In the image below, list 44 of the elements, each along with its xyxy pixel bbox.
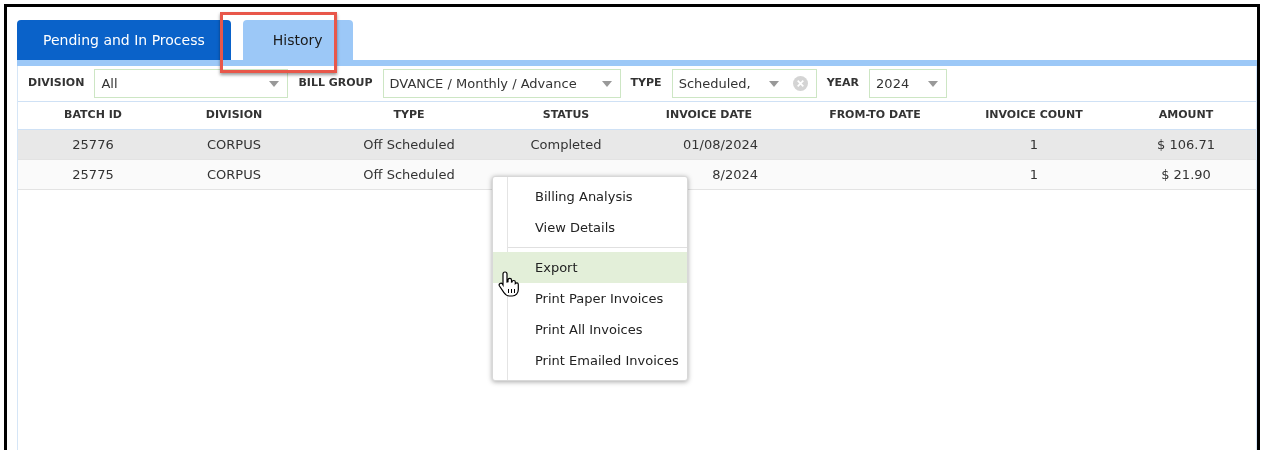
column-header: INVOICE COUNT [984,107,1084,124]
dropdown-field[interactable]: Scheduled, [671,69,817,98]
table-row[interactable]: 25775 CORPUS Off Scheduled 8/2024 1 $ 21.90 [18,160,1256,190]
caret-icon [768,80,779,87]
table-cell-text: Off Scheduled [362,135,456,154]
hand-cursor-icon [497,270,521,298]
clear-icon[interactable] [792,76,808,91]
tab[interactable]: Pending and In Process [17,20,231,60]
table-cell-text: CORPUS [206,165,262,184]
caret-icon [601,80,612,87]
menu-item[interactable]: Print Emailed Invoices [493,345,687,376]
column-header: AMOUNT [1157,107,1215,124]
column-header: BATCH ID [63,107,123,124]
table-cell-text: $ 21.90 [1160,165,1212,184]
filter-label: DIVISION [28,75,85,92]
dropdown-field[interactable]: DVANCE / Monthly / Advance [382,69,621,98]
column-header: STATUS [541,107,591,124]
menu-item[interactable]: View Details [493,212,687,243]
table-cell-text: Off Scheduled [362,165,456,184]
menu-item[interactable]: Print Paper Invoices [493,283,687,314]
caret-icon [928,80,939,87]
dropdown-field[interactable]: All [94,69,289,98]
table-cell-text: CORPUS [206,135,262,154]
table-cell-text: $ 106.71 [1156,135,1216,154]
menu-item[interactable]: Print All Invoices [493,314,687,345]
filter-label: YEAR [826,75,860,92]
column-header: DIVISION [204,107,264,124]
table-cell-text: Completed [529,135,603,154]
table-row[interactable]: 25776 CORPUS Off Scheduled Completed 01/08/2024 1 $ 106.71 [18,130,1256,160]
table-cell-text: 25775 [71,165,115,184]
table-cell-text: 8/2024 [711,165,759,184]
filter-label: TYPE [630,75,662,92]
table-cell-text: 1 [1028,135,1040,154]
filter-label: BILL GROUP [298,75,373,92]
dropdown-field[interactable]: 2024 [869,69,948,98]
caret-icon [269,80,280,87]
menu-item[interactable]: Export [493,252,687,283]
column-header: TYPE [392,107,426,124]
table-cell-text: 01/08/2024 [682,135,759,154]
tab[interactable]: History [242,20,353,60]
column-header: FROM-TO DATE [828,107,922,124]
table-cell-text: 1 [1028,165,1040,184]
table-cell-text: 25776 [71,135,115,154]
column-header: INVOICE DATE [664,107,754,124]
